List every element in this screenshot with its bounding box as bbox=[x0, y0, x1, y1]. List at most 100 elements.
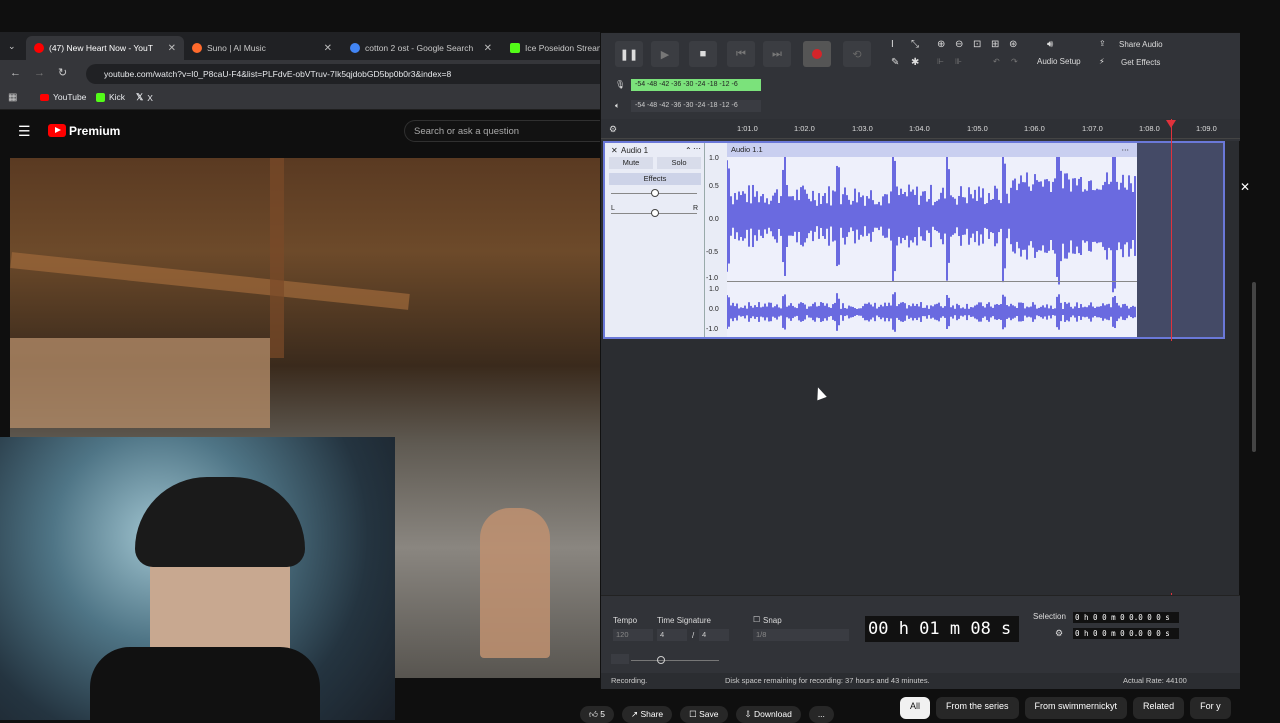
gain-slider-thumb[interactable] bbox=[651, 189, 659, 197]
effects-plug-icon[interactable]: ⚡︎ bbox=[1099, 57, 1105, 66]
record-button[interactable] bbox=[803, 41, 831, 67]
redo-icon[interactable]: ↷ bbox=[1011, 57, 1018, 66]
like-button[interactable]: 👍︎ 5 bbox=[580, 706, 614, 723]
back-icon[interactable]: ← bbox=[10, 67, 21, 79]
clip-header[interactable]: Audio 1.1 ⋯ bbox=[727, 143, 1137, 157]
play-at-speed-button[interactable] bbox=[611, 654, 629, 664]
pause-button[interactable]: ❚❚ bbox=[615, 41, 643, 67]
url-field[interactable]: youtube.com/watch?v=I0_P8caU-F4&list=PLF… bbox=[86, 64, 600, 84]
track-empty-space[interactable] bbox=[601, 341, 1229, 593]
chip-all[interactable]: All bbox=[900, 697, 931, 719]
share-audio-button[interactable]: Share Audio bbox=[1119, 40, 1163, 49]
timesig-den-value: 4 bbox=[702, 630, 707, 639]
select-tool-icon[interactable]: I bbox=[891, 39, 894, 50]
effects-button[interactable]: Effects bbox=[609, 173, 701, 185]
stop-button[interactable]: ■ bbox=[689, 41, 717, 67]
search-input[interactable]: Search or ask a question bbox=[404, 120, 600, 142]
play-speed-thumb[interactable] bbox=[657, 656, 665, 664]
empty-track-area[interactable] bbox=[1137, 143, 1223, 337]
audio-track[interactable]: ✕ Audio 1 ⌃ ⋯ Mute Solo Effects L R 1.0 … bbox=[603, 141, 1225, 339]
zoom-toggle-icon[interactable]: ⊛ bbox=[1009, 39, 1017, 50]
tab-google[interactable]: cotton 2 ost - Google Search ✕ bbox=[342, 36, 500, 60]
chip-related[interactable]: Related bbox=[1133, 697, 1185, 719]
undo-icon[interactable]: ↶ bbox=[993, 57, 1000, 66]
playback-meter[interactable]: -54 -48 -42 -36 -30 -24 -18 -12 -6 bbox=[631, 100, 761, 112]
forward-icon[interactable]: → bbox=[34, 67, 45, 79]
menu-icon[interactable]: ☰ bbox=[18, 123, 31, 140]
skip-end-button[interactable]: ⏭ bbox=[763, 41, 791, 67]
chip-from-series[interactable]: From the series bbox=[936, 697, 1019, 719]
selection-end-field[interactable]: 0 h 0 0 m 0 0.0 0 0 s bbox=[1073, 628, 1179, 639]
fit-project-icon[interactable]: ⊞ bbox=[991, 39, 999, 50]
track-name[interactable]: Audio 1 bbox=[621, 146, 648, 155]
mute-button[interactable]: Mute bbox=[609, 157, 653, 169]
timeline-ruler[interactable]: ⚙ 1:01.0 1:02.0 1:03.0 1:04.0 1:05.0 1:0… bbox=[601, 119, 1241, 139]
status-rate: Actual Rate: 44100 bbox=[1123, 676, 1187, 685]
share-audio-icon[interactable]: ⇪ bbox=[1099, 39, 1106, 48]
close-icon[interactable]: ✕ bbox=[484, 43, 492, 54]
download-button[interactable]: ⇩ Download bbox=[735, 706, 801, 723]
tab-youtube[interactable]: (47) New Heart Now - YouT ✕ bbox=[26, 36, 184, 60]
reload-icon[interactable]: ↻ bbox=[58, 66, 67, 79]
audio-setup-label[interactable]: Audio Setup bbox=[1037, 57, 1081, 66]
get-effects-button[interactable]: Get Effects bbox=[1121, 58, 1160, 67]
close-icon[interactable]: ✕ bbox=[168, 43, 176, 54]
waveform-clip[interactable]: Audio 1.1 ⋯ bbox=[727, 143, 1137, 337]
ruler-tick: 1:01.0 bbox=[737, 124, 758, 133]
time-signature-denominator[interactable]: 4 bbox=[699, 629, 729, 641]
video-frame-detail bbox=[480, 508, 550, 658]
draw-tool-icon[interactable]: ✎ bbox=[891, 57, 899, 68]
tab-kick[interactable]: Ice Poseidon Stream - bbox=[502, 36, 600, 60]
silence-icon[interactable]: ⊪ bbox=[955, 57, 962, 66]
more-actions-button[interactable]: ... bbox=[808, 706, 834, 723]
bookmark-x[interactable]: 𝕏 X bbox=[136, 92, 153, 103]
channel-divider bbox=[727, 281, 1137, 282]
play-button[interactable]: ▶ bbox=[651, 41, 679, 67]
time-display[interactable]: 00 h 01 m 08 s bbox=[865, 616, 1019, 642]
pan-left-label: L bbox=[611, 205, 615, 212]
chip-from-channel[interactable]: From swimmernickyt bbox=[1024, 697, 1128, 719]
bookmark-kick[interactable]: Kick bbox=[96, 92, 125, 102]
track-collapse-icon[interactable]: ⌃ bbox=[685, 146, 692, 155]
track-menu-icon[interactable]: ⋯ bbox=[693, 144, 701, 153]
share-button[interactable]: ↗ Share bbox=[621, 706, 673, 723]
zoom-out-icon[interactable]: ⊖ bbox=[955, 39, 963, 50]
snap-checkbox[interactable]: ☐ bbox=[753, 615, 760, 624]
skip-start-button[interactable]: ⏮ bbox=[727, 41, 755, 67]
chip-for-you[interactable]: For y bbox=[1190, 697, 1231, 719]
time-signature-numerator[interactable]: 4 bbox=[657, 629, 687, 641]
record-meter[interactable]: -54 -48 -42 -36 -30 -24 -18 -12 -6 bbox=[631, 79, 761, 91]
tempo-input[interactable]: 120 bbox=[613, 629, 653, 641]
play-speed-slider[interactable] bbox=[631, 660, 719, 661]
close-icon[interactable]: ✕ bbox=[324, 43, 332, 54]
scale-label: 0.0 bbox=[709, 216, 719, 223]
apps-grid-icon[interactable]: ▦ bbox=[8, 92, 17, 103]
speaker-icon[interactable]: 🔊︎ bbox=[1047, 39, 1053, 50]
tab-list-icon[interactable]: ⌄ bbox=[8, 41, 16, 52]
tab-label: (47) New Heart Now - YouT bbox=[49, 43, 153, 53]
fit-selection-icon[interactable]: ⊡ bbox=[973, 39, 981, 50]
save-button[interactable]: ☐ Save bbox=[680, 706, 728, 723]
search-placeholder: Search or ask a question bbox=[414, 126, 520, 137]
scrollbar[interactable] bbox=[1252, 282, 1256, 452]
close-track-icon[interactable]: ✕ bbox=[611, 146, 618, 155]
ruler-tick: 1:08.0 bbox=[1139, 124, 1160, 133]
snap-select[interactable]: 1/8 bbox=[753, 629, 849, 641]
zoom-in-icon[interactable]: ⊕ bbox=[937, 39, 945, 50]
clip-menu-icon[interactable]: ⋯ bbox=[1122, 143, 1130, 157]
tab-suno[interactable]: Suno | AI Music ✕ bbox=[184, 36, 340, 60]
loop-button[interactable]: ⟲ bbox=[843, 41, 871, 67]
youtube-logo-icon[interactable] bbox=[48, 124, 66, 137]
selection-settings-icon[interactable]: ⚙ bbox=[1055, 628, 1063, 639]
selection-start-field[interactable]: 0 h 0 0 m 0 0.0 0 0 s bbox=[1073, 612, 1179, 623]
solo-button[interactable]: Solo bbox=[657, 157, 701, 169]
tempo-value: 120 bbox=[616, 630, 629, 639]
close-icon[interactable]: ✕ bbox=[1240, 180, 1250, 194]
envelope-tool-icon[interactable]: ⤡ bbox=[911, 39, 919, 50]
playhead-marker-icon[interactable] bbox=[1166, 120, 1176, 128]
trim-icon[interactable]: ⊩ bbox=[937, 57, 944, 66]
multi-tool-icon[interactable]: ✱ bbox=[911, 57, 919, 68]
timeline-settings-icon[interactable]: ⚙ bbox=[609, 124, 617, 135]
pan-slider-thumb[interactable] bbox=[651, 209, 659, 217]
bookmark-youtube[interactable]: YouTube bbox=[40, 92, 86, 102]
